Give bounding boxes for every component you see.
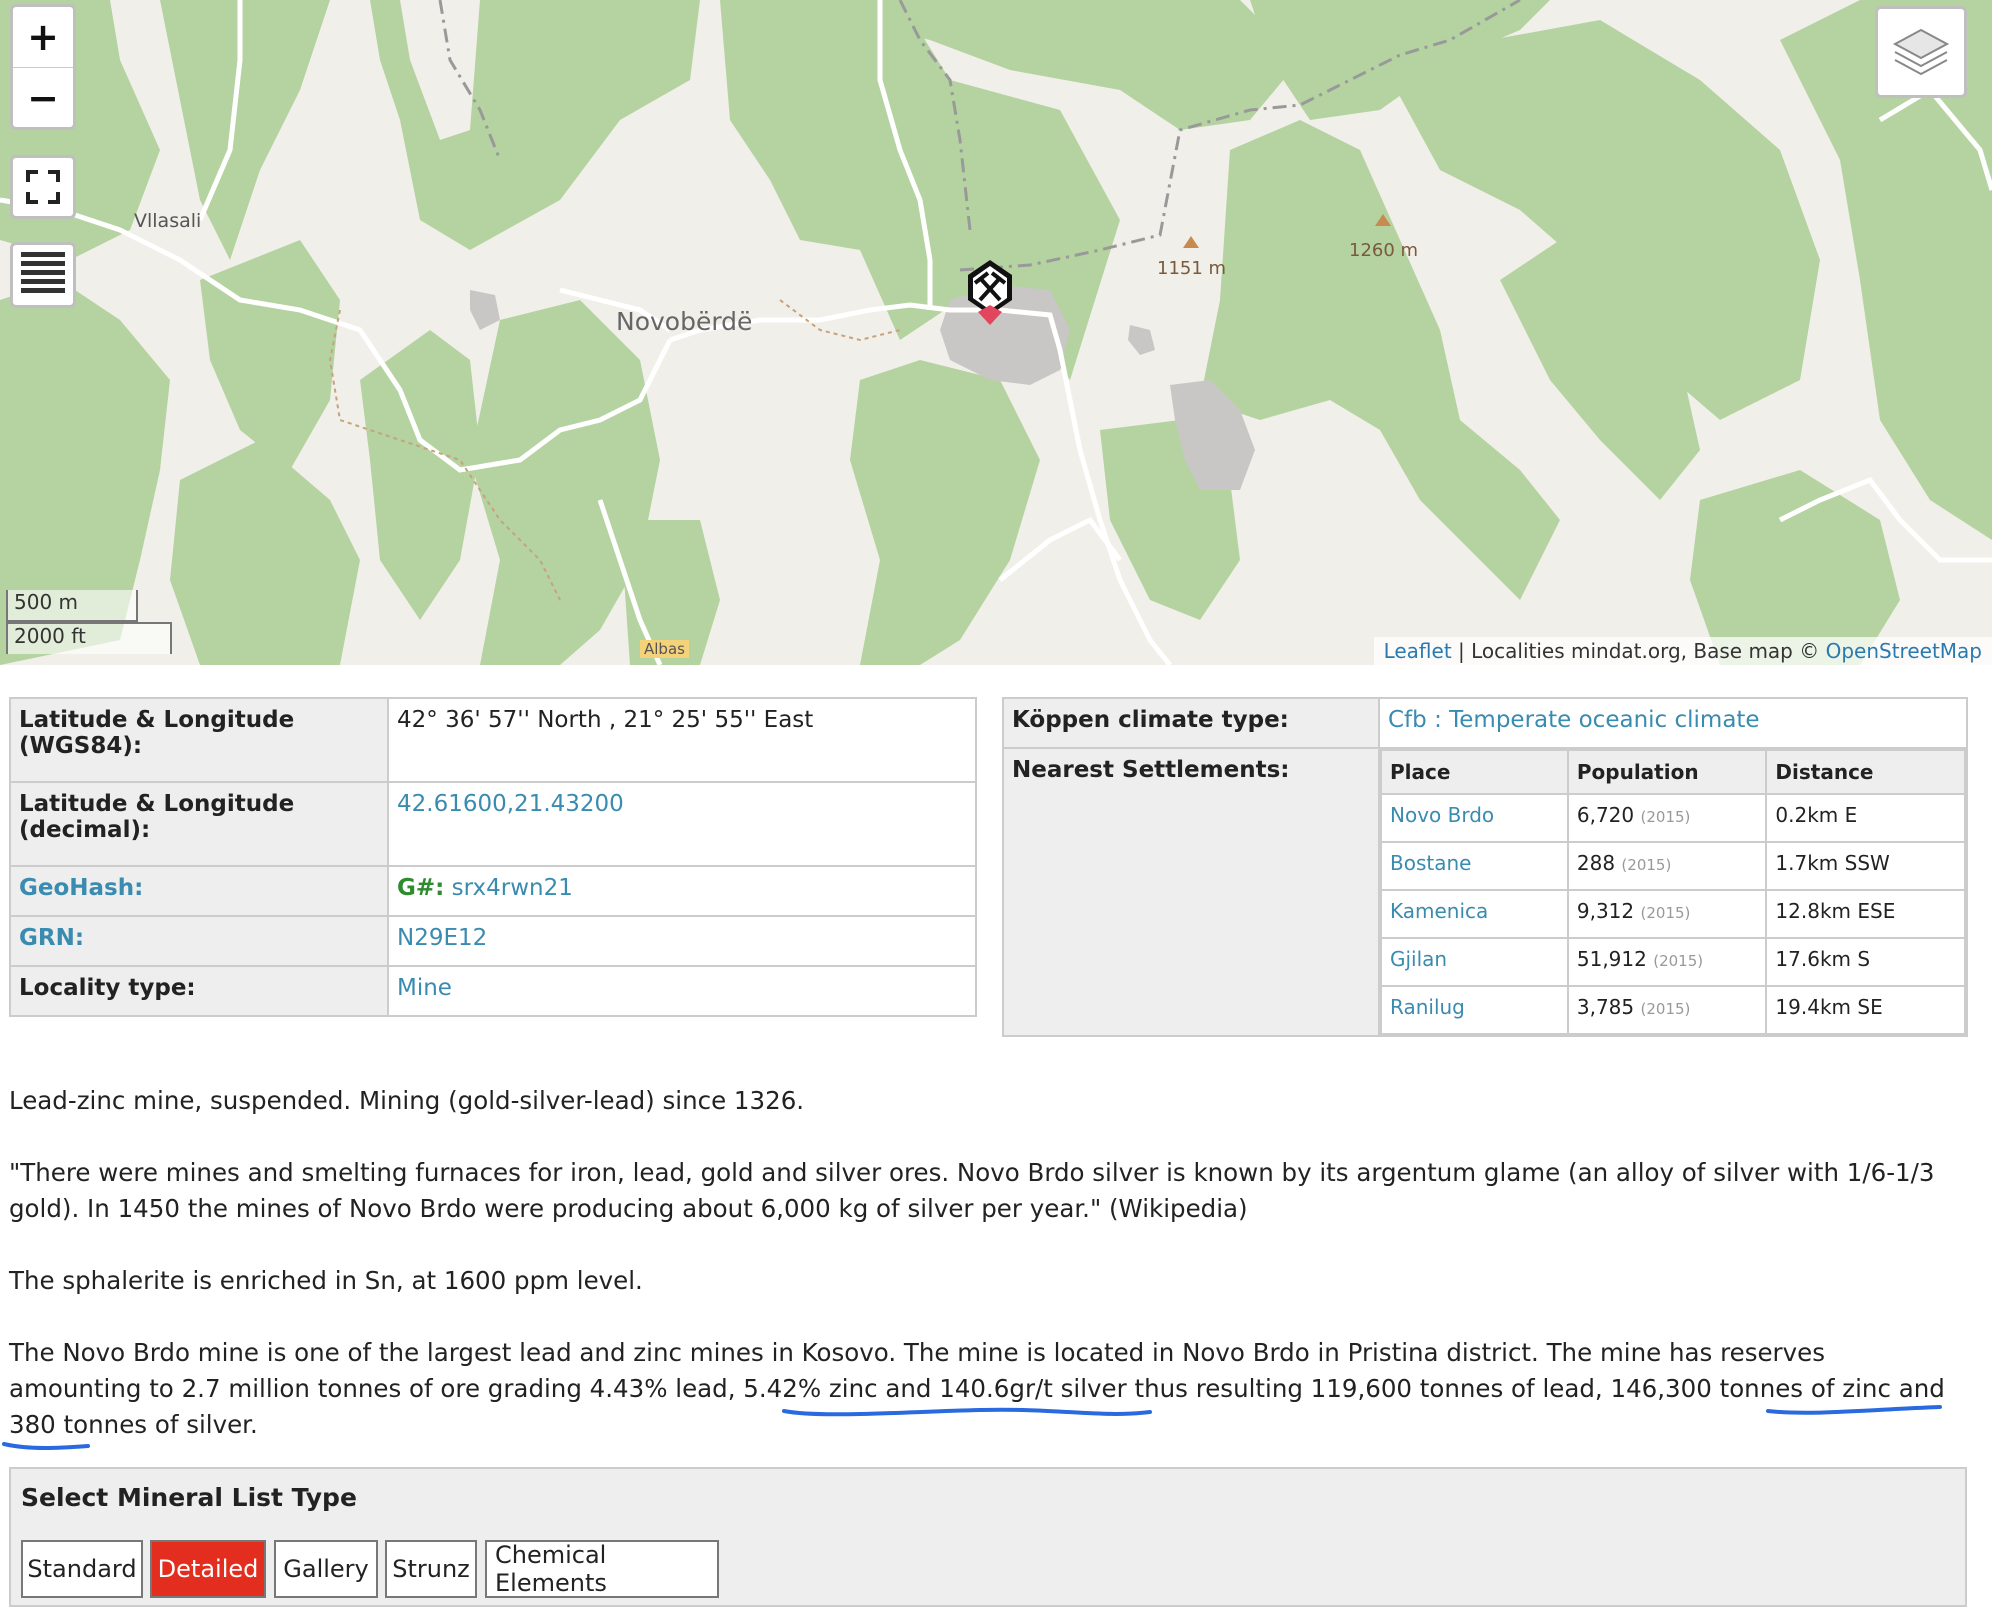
population-year: (2015) [1640,808,1691,826]
underline-silver-word [2,1442,90,1450]
settlement-link[interactable]: Gjilan [1390,947,1447,971]
table-row: Bostane 288 (2015) 1.7km SSW [1380,841,1966,891]
map-label-novoberde: Novobërdë [616,307,753,336]
description-paragraph: The sphalerite is enriched in Sn, at 160… [9,1266,643,1295]
list-type-detailed-button[interactable]: Detailed [150,1540,266,1598]
attribution-text: | Localities mindat.org, Base map © [1451,639,1826,663]
distance-value: 1.7km SSW [1765,841,1966,891]
latlon-decimal-link[interactable]: 42.61600,21.43200 [397,791,624,817]
distance-value: 0.2km E [1765,793,1966,843]
population-value: 51,912 [1576,947,1647,971]
latlon-label: Latitude & Longitude (WGS84): [9,697,389,783]
layers-icon [1892,28,1950,76]
population-year: (2015) [1621,856,1672,874]
koppen-label: Köppen climate type: [1002,697,1380,749]
description-paragraph: The Novo Brdo mine is one of the largest… [9,1338,1945,1439]
settlements-cell: Place Population Distance Novo Brdo 6,72… [1378,747,1968,1037]
description-paragraph: "There were mines and smelting furnaces … [9,1158,1935,1223]
latlon-value: 42° 36' 57'' North , 21° 25' 55'' East [387,697,977,783]
fullscreen-icon [26,170,60,204]
locality-map[interactable]: Vllasali Novobërdë 1151 m 1260 m Albas +… [0,0,1992,665]
population-year: (2015) [1653,952,1704,970]
distance-value: 19.4km SE [1765,985,1966,1035]
list-type-chemical-elements-button[interactable]: Chemical Elements [485,1540,719,1598]
geohash-link[interactable]: srx4rwn21 [452,875,573,901]
fullscreen-button[interactable] [10,155,76,219]
settlement-link[interactable]: Kamenica [1390,899,1488,923]
mineral-list-title: Select Mineral List Type [21,1483,357,1512]
grn-link[interactable]: N29E12 [397,925,487,951]
leaflet-link[interactable]: Leaflet [1384,639,1452,663]
list-type-gallery-button[interactable]: Gallery [274,1540,378,1598]
locality-type-label: Locality type: [9,965,389,1017]
map-label-peak-1151: 1151 m [1157,258,1227,279]
table-row: Gjilan 51,912 (2015) 17.6km S [1380,937,1966,987]
locality-type-link[interactable]: Mine [397,975,452,1001]
scale-meters: 500 m [6,590,138,622]
settlement-link[interactable]: Novo Brdo [1390,803,1494,827]
table-row: Kamenica 9,312 (2015) 12.8km ESE [1380,889,1966,939]
distance-value: 12.8km ESE [1765,889,1966,939]
geohash-prefix: G#: [397,875,445,901]
population-value: 9,312 [1576,899,1635,923]
table-row: Novo Brdo 6,720 (2015) 0.2km E [1380,793,1966,843]
description-paragraph: Lead-zinc mine, suspended. Mining (gold-… [9,1086,805,1115]
list-type-standard-button[interactable]: Standard [21,1540,143,1598]
climate-table: Köppen climate type: Cfb : Temperate oce… [1002,697,1968,1037]
population-year: (2015) [1640,1000,1691,1018]
map-label-vllasali: Vllasali [134,210,202,232]
header-place: Place [1380,749,1569,795]
locality-info-table: Latitude & Longitude (WGS84): 42° 36' 57… [9,697,977,1017]
zoom-control: + − [10,4,76,130]
population-value: 288 [1576,851,1616,875]
nearest-settlements-label: Nearest Settlements: [1002,747,1380,1037]
zoom-out-button[interactable]: − [13,68,73,128]
zoom-in-button[interactable]: + [13,7,73,68]
mineral-list-selector: Select Mineral List Type Standard Detail… [9,1467,1967,1607]
population-value: 3,785 [1576,995,1635,1019]
map-attribution: Leaflet | Localities mindat.org, Base ma… [1373,637,1992,665]
geohash-label[interactable]: GeoHash: [9,865,389,917]
openstreetmap-link[interactable]: OpenStreetMap [1826,639,1982,663]
layers-button[interactable] [1875,6,1967,98]
map-label-road: Albas [640,640,689,658]
header-population: Population [1566,749,1768,795]
koppen-link[interactable]: Cfb : Temperate oceanic climate [1388,707,1760,733]
distance-value: 17.6km S [1765,937,1966,987]
latlon-decimal-label: Latitude & Longitude (decimal): [9,781,389,867]
map-label-peak-1260: 1260 m [1349,240,1419,261]
list-icon [21,252,65,293]
list-button[interactable] [10,242,76,308]
population-value: 6,720 [1576,803,1635,827]
grn-label[interactable]: GRN: [9,915,389,967]
map-base-tiles[interactable] [0,0,1992,665]
table-row: Ranilug 3,785 (2015) 19.4km SE [1380,985,1966,1035]
scale-feet: 2000 ft [6,622,172,654]
population-year: (2015) [1640,904,1691,922]
settlements-table: Place Population Distance Novo Brdo 6,72… [1380,749,1966,1035]
list-type-strunz-button[interactable]: Strunz [385,1540,477,1598]
settlement-link[interactable]: Ranilug [1390,995,1465,1019]
locality-description: Lead-zinc mine, suspended. Mining (gold-… [9,1083,1959,1443]
settlement-link[interactable]: Bostane [1390,851,1471,875]
header-distance: Distance [1765,749,1966,795]
